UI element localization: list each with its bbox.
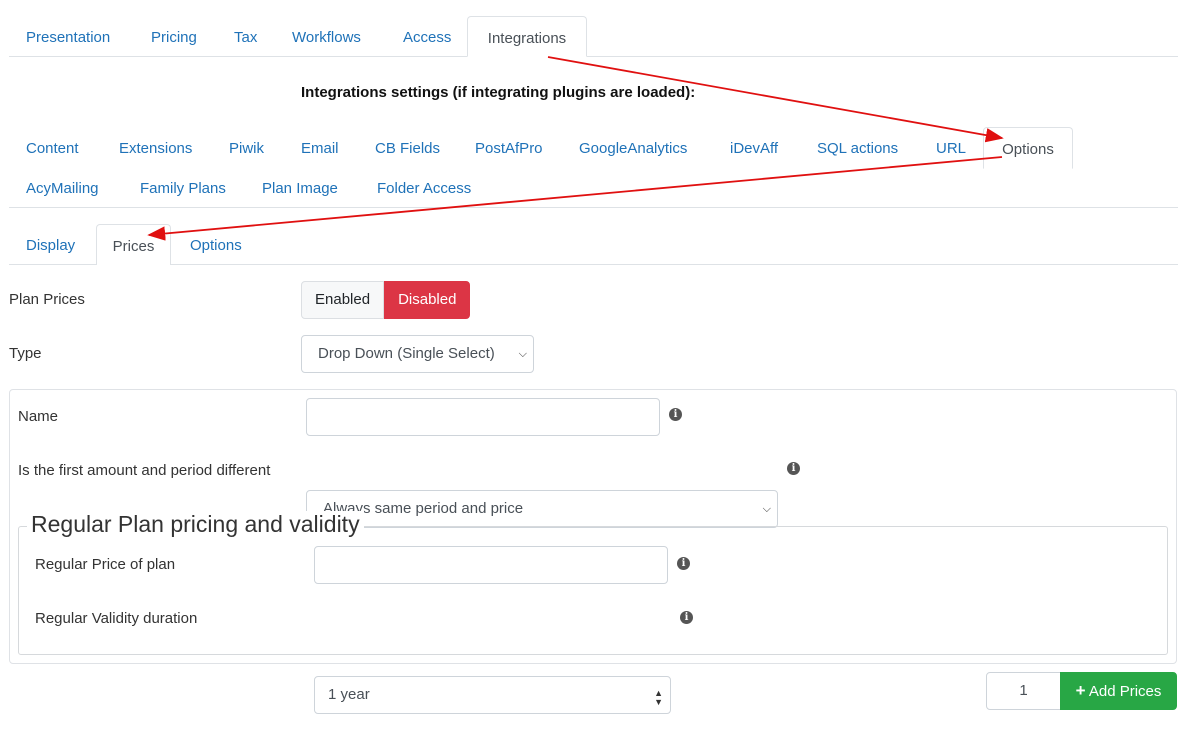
disabled-button[interactable]: Disabled bbox=[384, 281, 471, 319]
plan-prices-toggle: Enabled Disabled bbox=[301, 281, 471, 319]
type-label: Type bbox=[9, 345, 42, 362]
tab-sql-actions[interactable]: SQL actions bbox=[817, 139, 898, 159]
chevron-down-icon: ⌵ bbox=[762, 503, 771, 515]
tab-googleanalytics[interactable]: GoogleAnalytics bbox=[579, 139, 687, 159]
tab-presentation[interactable]: Presentation bbox=[26, 28, 110, 48]
tab-url[interactable]: URL bbox=[936, 139, 966, 159]
regular-validity-select[interactable]: 1 year ▲ ▼ bbox=[314, 676, 671, 714]
tab-extensions[interactable]: Extensions bbox=[119, 139, 192, 159]
top-tabbar bbox=[9, 56, 1178, 57]
active-tab-mask bbox=[97, 263, 170, 266]
type-select-value: Drop Down (Single Select) bbox=[318, 345, 495, 362]
integration-tabs-divider bbox=[9, 207, 1178, 208]
add-prices-button[interactable]: + Add Prices bbox=[1060, 672, 1177, 710]
chevron-down-icon: ⌵ bbox=[518, 348, 527, 360]
tab-piwik[interactable]: Piwik bbox=[229, 139, 264, 159]
tab-pricing[interactable]: Pricing bbox=[151, 28, 197, 48]
regular-price-label: Regular Price of plan bbox=[35, 556, 176, 573]
integrations-heading: Integrations settings (if integrating pl… bbox=[301, 84, 696, 101]
first-amount-select[interactable]: Always same period and price ⌵ bbox=[306, 490, 778, 528]
tab-plan-image[interactable]: Plan Image bbox=[262, 179, 338, 199]
tab-cb-fields[interactable]: CB Fields bbox=[375, 139, 440, 159]
info-icon: i bbox=[680, 611, 693, 624]
tab-folder-access[interactable]: Folder Access bbox=[377, 179, 471, 199]
tab-email[interactable]: Email bbox=[301, 139, 339, 159]
tab-content[interactable]: Content bbox=[26, 139, 79, 159]
tab-prices[interactable]: Prices bbox=[96, 224, 171, 265]
regular-legend: Regular Plan pricing and validity bbox=[27, 511, 364, 538]
name-label: Name bbox=[18, 408, 59, 425]
tab-display[interactable]: Display bbox=[26, 236, 75, 256]
type-select[interactable]: Drop Down (Single Select) ⌵ bbox=[301, 335, 534, 373]
tab-idevaff[interactable]: iDevAff bbox=[730, 139, 778, 159]
plus-icon: + bbox=[1075, 681, 1086, 700]
regular-validity-value: 1 year bbox=[328, 686, 370, 703]
tab-options[interactable]: Options bbox=[190, 236, 242, 256]
tab-integrations[interactable]: Integrations bbox=[467, 16, 587, 57]
sub-tabs-divider bbox=[9, 264, 1178, 265]
tab-acymailing[interactable]: AcyMailing bbox=[26, 179, 99, 199]
tab-postafpro[interactable]: PostAfPro bbox=[475, 139, 543, 159]
tab-workflows[interactable]: Workflows bbox=[292, 28, 361, 48]
plan-prices-label: Plan Prices bbox=[9, 291, 85, 308]
name-input[interactable] bbox=[306, 398, 660, 436]
tab-options-integration[interactable]: Options bbox=[983, 127, 1073, 169]
first-amount-label: Is the first amount and period different bbox=[18, 462, 271, 479]
info-icon: i bbox=[669, 408, 682, 421]
regular-validity-label: Regular Validity duration bbox=[35, 610, 198, 627]
tab-tax[interactable]: Tax bbox=[234, 28, 257, 48]
sort-arrows-icon: ▲ ▼ bbox=[654, 688, 663, 707]
tab-access[interactable]: Access bbox=[403, 28, 451, 48]
add-count-input[interactable]: 1 bbox=[986, 672, 1061, 710]
enabled-button[interactable]: Enabled bbox=[301, 281, 385, 319]
add-prices-label: Add Prices bbox=[1088, 683, 1162, 700]
info-icon: i bbox=[677, 557, 690, 570]
info-icon: i bbox=[787, 462, 800, 475]
regular-price-input[interactable] bbox=[314, 546, 668, 584]
tab-family-plans[interactable]: Family Plans bbox=[140, 179, 226, 199]
